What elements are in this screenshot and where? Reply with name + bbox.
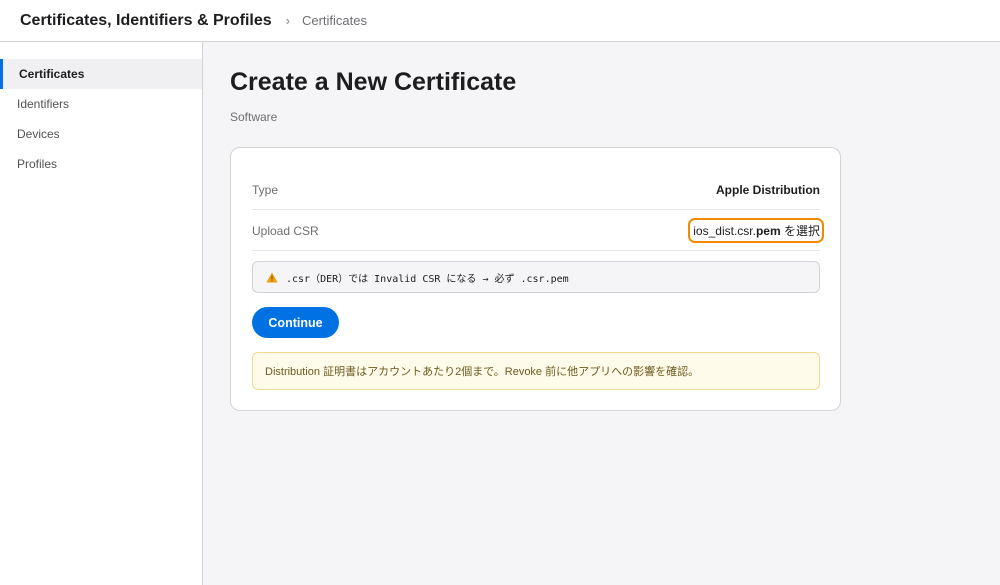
sidebar-item-label: Devices (17, 127, 60, 141)
top-header: Certificates, Identifiers & Profiles › C… (0, 0, 1000, 42)
csr-file-name-prefix: ios_dist.csr. (693, 224, 756, 238)
upload-csr-label: Upload CSR (252, 223, 319, 238)
breadcrumb-current: Certificates (301, 13, 368, 28)
sidebar-item-label: Profiles (17, 157, 58, 171)
csr-file-extension: pem (755, 224, 781, 238)
sidebar-item-label: Identifiers (17, 97, 70, 111)
sidebar-item-certificates[interactable]: Certificates (0, 59, 202, 89)
page-subtitle: Software (230, 110, 278, 124)
csr-file-select-suffix: を選択 (780, 224, 820, 238)
sidebar-item-label: Certificates (19, 67, 85, 81)
type-value: Apple Distribution (716, 182, 820, 197)
warning-text: .csr（DER）では Invalid CSR になる → 必ず .csr.pe… (286, 273, 569, 285)
app-title[interactable]: Certificates, Identifiers & Profiles (20, 12, 272, 30)
csr-format-warning: .csr（DER）では Invalid CSR になる → 必ず .csr.pe… (252, 261, 820, 293)
warning-triangle-icon (266, 272, 278, 282)
distribution-limit-note: Distribution 証明書はアカウントあたり2個まで。Revoke 前に他… (252, 352, 820, 390)
continue-button[interactable]: Continue (252, 307, 339, 338)
type-row: Type Apple Distribution (252, 170, 820, 210)
csr-file-select-button[interactable]: ios_dist.csr.pem を選択 (688, 218, 824, 243)
type-label: Type (252, 182, 279, 197)
page-title: Create a New Certificate (230, 68, 517, 96)
certificate-form-card: Type Apple Distribution Upload CSR ios_d… (230, 147, 841, 411)
sidebar-item-profiles[interactable]: Profiles (0, 149, 202, 179)
sidebar: Certificates Identifiers Devices Profile… (0, 42, 203, 585)
note-text: Distribution 証明書はアカウントあたり2個まで。Revoke 前に他… (265, 366, 700, 378)
sidebar-item-devices[interactable]: Devices (0, 119, 202, 149)
breadcrumb-chevron-icon: › (285, 13, 290, 28)
upload-csr-row: Upload CSR ios_dist.csr.pem を選択 (252, 211, 824, 251)
sidebar-item-identifiers[interactable]: Identifiers (0, 89, 202, 119)
